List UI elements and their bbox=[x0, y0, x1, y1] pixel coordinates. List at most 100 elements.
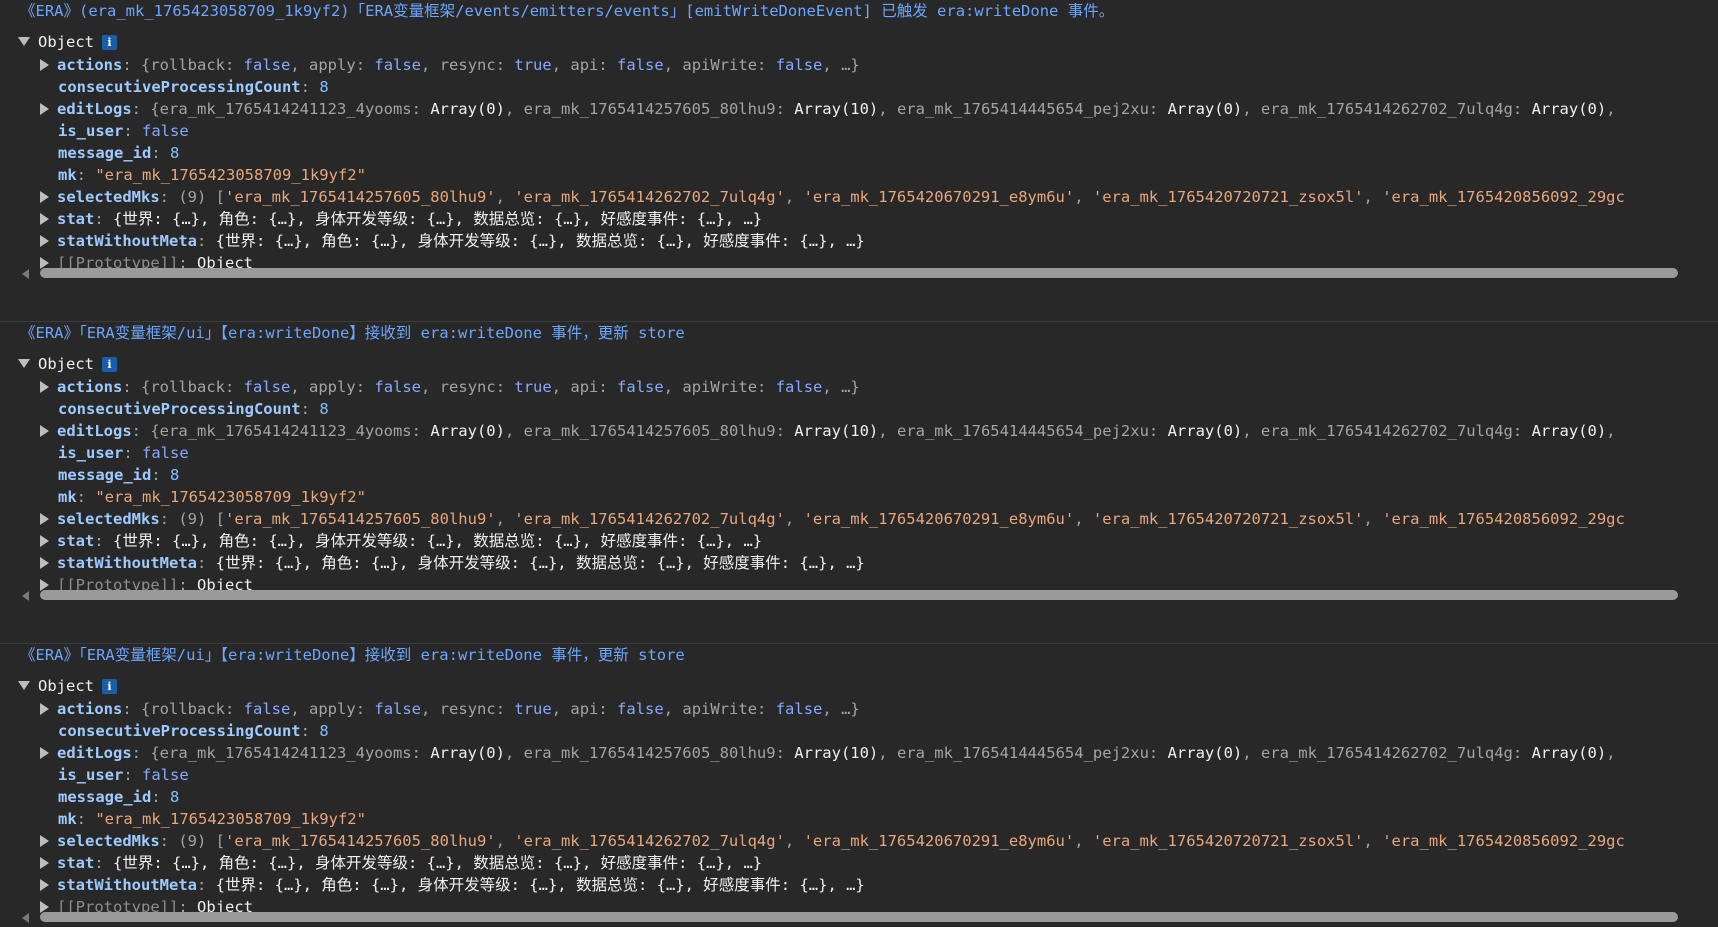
punctuation: , bbox=[878, 422, 897, 440]
punctuation: : bbox=[76, 810, 96, 828]
property-key: is_user bbox=[58, 766, 124, 784]
triangle-right-icon[interactable] bbox=[40, 834, 49, 847]
triangle-right-icon[interactable] bbox=[40, 190, 49, 203]
property-stat[interactable]: stat: {世界: {…}, 角色: {…}, 身体开发等级: {…}, 数据… bbox=[40, 851, 1718, 875]
property-message_id: message_id: 8 bbox=[58, 785, 1718, 809]
actions-value: false bbox=[243, 378, 291, 396]
property-actions[interactable]: actions: {rollback: false, apply: false,… bbox=[40, 697, 1718, 721]
property-key: statWithoutMeta bbox=[57, 554, 197, 572]
info-icon[interactable]: i bbox=[102, 679, 117, 694]
property-key: mk bbox=[58, 166, 77, 184]
punctuation: , bbox=[495, 832, 515, 850]
scrollbar-track[interactable] bbox=[40, 590, 1678, 600]
editlogs-value: Array(0) bbox=[1531, 100, 1607, 118]
object-header[interactable]: Object i bbox=[18, 352, 1718, 376]
scroll-left-arrow-icon[interactable] bbox=[22, 913, 29, 923]
triangle-right-icon[interactable] bbox=[40, 58, 49, 71]
punctuation: : bbox=[495, 378, 515, 396]
property-stat[interactable]: stat: {世界: {…}, 角色: {…}, 身体开发等级: {…}, 数据… bbox=[40, 529, 1718, 553]
property-statwithoutmeta[interactable]: statWithoutMeta: {世界: {…}, 角色: {…}, 身体开发… bbox=[40, 873, 1718, 897]
punctuation: : bbox=[1512, 422, 1532, 440]
scrollbar-track[interactable] bbox=[40, 268, 1678, 278]
scroll-left-arrow-icon[interactable] bbox=[22, 591, 29, 601]
log-message: 《ERA》「ERA变量框架/ui」【era:writeDone】接收到 era:… bbox=[20, 324, 685, 342]
actions-value: true bbox=[514, 56, 552, 74]
scrollbar-thumb[interactable] bbox=[40, 590, 1678, 600]
property-selectedmks[interactable]: selectedMks: (9) ['era_mk_1765414257605_… bbox=[40, 507, 1718, 531]
editlogs-value: Array(10) bbox=[794, 422, 879, 440]
actions-value: false bbox=[775, 700, 823, 718]
punctuation: : bbox=[225, 700, 244, 718]
triangle-right-icon[interactable] bbox=[40, 746, 49, 759]
punctuation: : bbox=[76, 488, 96, 506]
property-value: false bbox=[142, 444, 189, 462]
punctuation: [ bbox=[206, 188, 225, 206]
triangle-right-icon[interactable] bbox=[40, 556, 49, 569]
punctuation: , bbox=[1242, 100, 1261, 118]
punctuation: { bbox=[141, 700, 151, 718]
scroll-left-arrow-icon[interactable] bbox=[22, 269, 29, 279]
array-item: 'era_mk_1765420856092_29gc bbox=[1382, 188, 1625, 206]
horizontal-scrollbar[interactable] bbox=[22, 909, 1678, 925]
punctuation: : bbox=[598, 56, 618, 74]
editlogs-value: Array(0) bbox=[1167, 744, 1243, 762]
property-editlogs[interactable]: editLogs: {era_mk_1765414241123_4yooms: … bbox=[40, 741, 1718, 765]
property-key: is_user bbox=[58, 444, 124, 462]
actions-value: false bbox=[617, 378, 664, 396]
array-item: 'era_mk_1765420720721_zsox5l' bbox=[1092, 510, 1364, 528]
scrollbar-thumb[interactable] bbox=[40, 268, 1678, 278]
horizontal-scrollbar[interactable] bbox=[22, 587, 1678, 603]
property-selectedmks[interactable]: selectedMks: (9) ['era_mk_1765414257605_… bbox=[40, 185, 1718, 209]
triangle-right-icon[interactable] bbox=[40, 234, 49, 247]
property-selectedmks[interactable]: selectedMks: (9) ['era_mk_1765414257605_… bbox=[40, 829, 1718, 853]
object-header[interactable]: Object i bbox=[18, 30, 1718, 54]
triangle-right-icon[interactable] bbox=[40, 878, 49, 891]
triangle-down-icon[interactable] bbox=[18, 681, 30, 690]
punctuation: , bbox=[1363, 188, 1383, 206]
info-icon[interactable]: i bbox=[102, 35, 117, 50]
triangle-right-icon[interactable] bbox=[40, 856, 49, 869]
editlogs-value: Array(0) bbox=[430, 744, 505, 762]
actions-key: rollback bbox=[150, 378, 225, 396]
punctuation: : bbox=[225, 56, 244, 74]
punctuation: { bbox=[150, 744, 160, 762]
triangle-down-icon[interactable] bbox=[18, 37, 30, 46]
triangle-right-icon[interactable] bbox=[40, 534, 49, 547]
info-icon[interactable]: i bbox=[102, 357, 117, 372]
property-editlogs[interactable]: editLogs: {era_mk_1765414241123_4yooms: … bbox=[40, 97, 1718, 121]
triangle-right-icon[interactable] bbox=[40, 702, 49, 715]
object-header[interactable]: Object i bbox=[18, 674, 1718, 698]
property-statwithoutmeta[interactable]: statWithoutMeta: {世界: {…}, 角色: {…}, 身体开发… bbox=[40, 229, 1718, 253]
horizontal-scrollbar[interactable] bbox=[22, 265, 1678, 281]
actions-tail: …} bbox=[841, 700, 860, 718]
property-key: statWithoutMeta bbox=[57, 232, 197, 250]
object-label: Object bbox=[38, 355, 94, 373]
triangle-right-icon[interactable] bbox=[40, 380, 49, 393]
property-key: editLogs bbox=[57, 422, 132, 440]
triangle-right-icon[interactable] bbox=[40, 424, 49, 437]
punctuation: , bbox=[1606, 100, 1625, 118]
property-actions[interactable]: actions: {rollback: false, apply: false,… bbox=[40, 53, 1718, 77]
triangle-right-icon[interactable] bbox=[40, 102, 49, 115]
punctuation: : bbox=[196, 876, 216, 894]
actions-key: apply bbox=[309, 56, 356, 74]
editlogs-value: Array(10) bbox=[794, 100, 879, 118]
scrollbar-track[interactable] bbox=[40, 912, 1678, 922]
object-preview: {世界: {…}, 角色: {…}, 身体开发等级: {…}, 数据总览: {…… bbox=[215, 232, 865, 250]
triangle-right-icon[interactable] bbox=[40, 212, 49, 225]
property-consecutiveprocessingcount: consecutiveProcessingCount: 8 bbox=[58, 397, 1718, 421]
triangle-right-icon[interactable] bbox=[40, 512, 49, 525]
property-value: 8 bbox=[170, 466, 180, 484]
property-statwithoutmeta[interactable]: statWithoutMeta: {世界: {…}, 角色: {…}, 身体开发… bbox=[40, 551, 1718, 575]
property-key: message_id bbox=[58, 466, 152, 484]
editlogs-key: era_mk_1765414257605_80lhu9 bbox=[523, 744, 776, 762]
scrollbar-thumb[interactable] bbox=[40, 912, 1678, 922]
triangle-down-icon[interactable] bbox=[18, 359, 30, 368]
editlogs-value: Array(0) bbox=[1167, 422, 1243, 440]
property-editlogs[interactable]: editLogs: {era_mk_1765414241123_4yooms: … bbox=[40, 419, 1718, 443]
punctuation: , bbox=[290, 700, 310, 718]
property-stat[interactable]: stat: {世界: {…}, 角色: {…}, 身体开发等级: {…}, 数据… bbox=[40, 207, 1718, 231]
property-actions[interactable]: actions: {rollback: false, apply: false,… bbox=[40, 375, 1718, 399]
punctuation: , bbox=[1242, 422, 1261, 440]
console-entry: 《ERA》「ERA变量框架/ui」【era:writeDone】接收到 era:… bbox=[0, 321, 1718, 643]
